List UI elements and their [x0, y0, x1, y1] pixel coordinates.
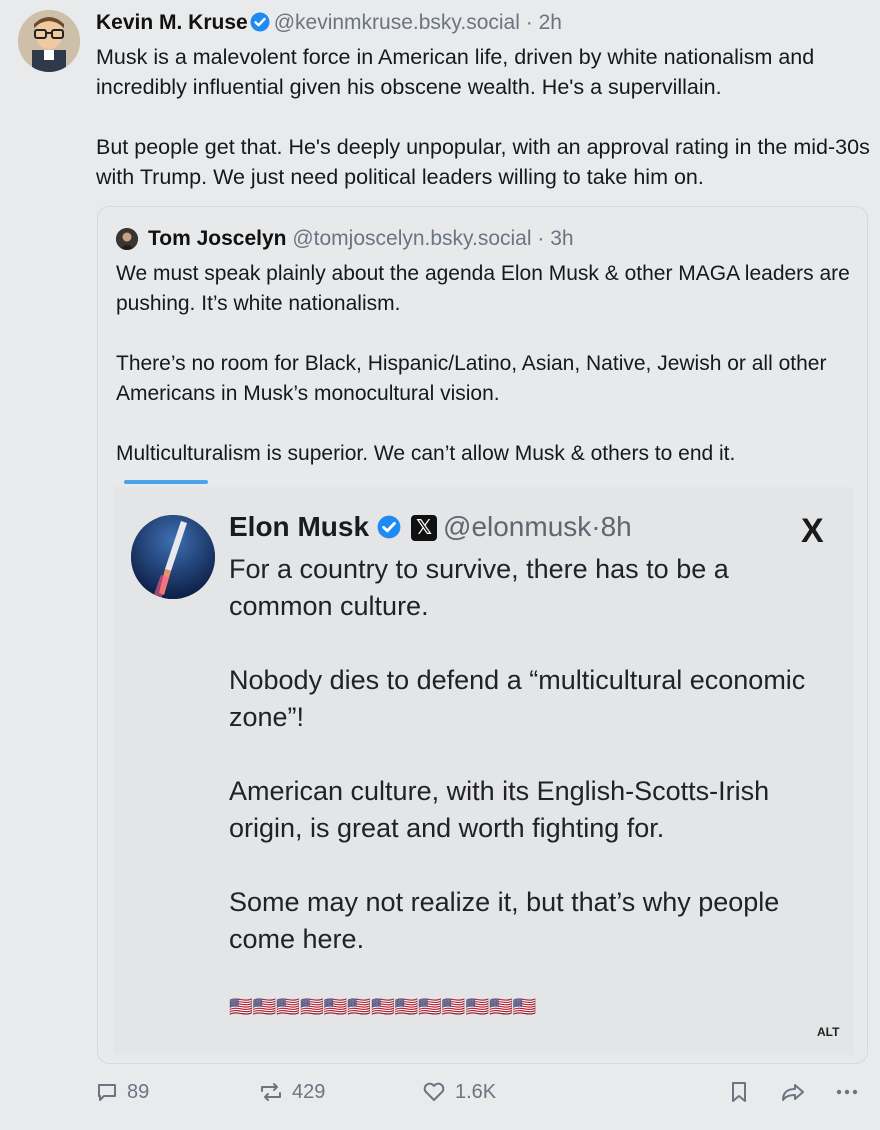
quoted-post[interactable]: Tom Joscelyn @tomjoscelyn.bsky.social · …	[97, 206, 868, 1064]
embedded-post-timestamp: 8h	[600, 511, 632, 542]
verified-badge-icon	[250, 12, 270, 39]
quoted-author-name[interactable]: Tom Joscelyn	[148, 227, 287, 250]
image-progress-indicator	[124, 480, 208, 484]
quoted-post-header: Tom Joscelyn @tomjoscelyn.bsky.social · …	[148, 225, 574, 253]
post-body: Musk is a malevolent force in American l…	[96, 45, 870, 189]
avatar-cartoon-icon	[18, 10, 80, 72]
bookmark-icon	[732, 1082, 746, 1102]
alt-text-badge[interactable]: ALT	[817, 1025, 839, 1039]
share-button[interactable]	[779, 1074, 807, 1110]
x-affiliate-badge-icon: 𝕏	[411, 515, 438, 541]
portrait-icon	[116, 228, 138, 250]
share-arrow-icon	[782, 1084, 804, 1101]
repost-count: 429	[292, 1080, 326, 1103]
embedded-header-separator: ·	[591, 511, 601, 542]
embedded-author-avatar	[131, 515, 215, 599]
repost-button[interactable]: 429	[258, 1074, 325, 1110]
post-actions: 89 429 1.6K	[0, 1074, 880, 1110]
bookmark-button[interactable]	[727, 1074, 751, 1110]
us-flags-emoji: 🇺🇸🇺🇸🇺🇸🇺🇸🇺🇸🇺🇸🇺🇸🇺🇸🇺🇸🇺🇸🇺🇸🇺🇸🇺🇸	[229, 997, 537, 1018]
reply-button[interactable]: 89	[95, 1074, 149, 1110]
heart-icon	[423, 1082, 445, 1101]
repost-icon	[261, 1083, 281, 1101]
embedded-author-handle: @elonmusk	[443, 511, 592, 542]
author-handle[interactable]: @kevinmkruse.bsky.social	[274, 11, 520, 34]
reply-count: 89	[127, 1080, 150, 1103]
reply-icon	[98, 1084, 116, 1101]
embedded-post-body: For a country to survive, there has to b…	[229, 554, 806, 954]
ellipsis-icon	[836, 1089, 858, 1095]
quoted-author-avatar	[116, 228, 138, 250]
header-separator: ·	[525, 11, 533, 34]
post-header: Kevin M. Kruse @kevinmkruse.bsky.social ·…	[96, 10, 562, 39]
x-logo-icon: X	[801, 512, 824, 550]
quoted-post-body: We must speak plainly about the agenda E…	[116, 262, 850, 465]
author-avatar[interactable]	[18, 10, 80, 72]
quoted-author-handle[interactable]: @tomjoscelyn.bsky.social	[292, 227, 531, 250]
like-button[interactable]: 1.6K	[421, 1074, 496, 1110]
rocket-launch-icon	[131, 515, 215, 599]
embedded-post-header: Elon Musk 𝕏 @elonmusk·8h	[229, 509, 632, 548]
embedded-verified-badge-icon	[377, 512, 401, 548]
author-name[interactable]: Kevin M. Kruse	[96, 11, 248, 34]
embedded-screenshot[interactable]: Elon Musk 𝕏 @elonmusk·8h X For a country t…	[113, 487, 853, 1055]
quoted-post-timestamp: 3h	[550, 227, 574, 250]
embedded-author-name: Elon Musk	[229, 511, 370, 542]
post-timestamp[interactable]: 2h	[539, 11, 562, 34]
post: Kevin M. Kruse @kevinmkruse.bsky.social ·…	[0, 0, 880, 1130]
like-count: 1.6K	[455, 1080, 497, 1103]
more-options-button[interactable]	[834, 1074, 860, 1110]
